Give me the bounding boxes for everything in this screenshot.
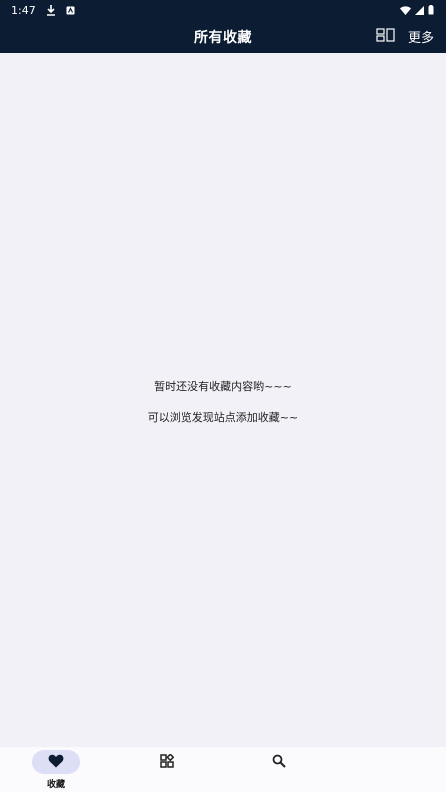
- nav-item-search[interactable]: [264, 747, 294, 792]
- discover-grid-icon: [160, 752, 175, 772]
- layout-toggle-icon: [376, 27, 396, 46]
- status-right: [400, 5, 434, 15]
- heart-icon: [48, 753, 64, 772]
- app-bar: 所有收藏 更多: [0, 20, 446, 53]
- layout-toggle-button[interactable]: [374, 26, 398, 46]
- favorites-content: 暂时还没有收藏内容哟~~~ 可以浏览发现站点添加收藏~~: [0, 53, 446, 747]
- search-icon: [272, 753, 286, 772]
- status-left: 1:47: [11, 4, 75, 17]
- signal-icon: [415, 5, 424, 15]
- empty-state-hint: 可以浏览发现站点添加收藏~~: [147, 411, 299, 424]
- more-button[interactable]: 更多: [408, 27, 434, 46]
- wifi-icon: [400, 5, 411, 15]
- battery-icon: [428, 5, 434, 15]
- nav-item-favorites[interactable]: 收藏: [24, 747, 88, 792]
- notification-app-icon: [66, 6, 75, 15]
- nav-item-discover[interactable]: [152, 747, 182, 792]
- download-icon: [46, 4, 56, 16]
- nav-active-indicator: [32, 750, 80, 774]
- bottom-navigation: 收藏: [0, 747, 446, 792]
- empty-state-message: 暂时还没有收藏内容哟~~~: [154, 380, 292, 393]
- nav-item-label: 收藏: [46, 780, 65, 790]
- status-time: 1:47: [11, 3, 36, 17]
- status-bar: 1:47: [0, 0, 446, 20]
